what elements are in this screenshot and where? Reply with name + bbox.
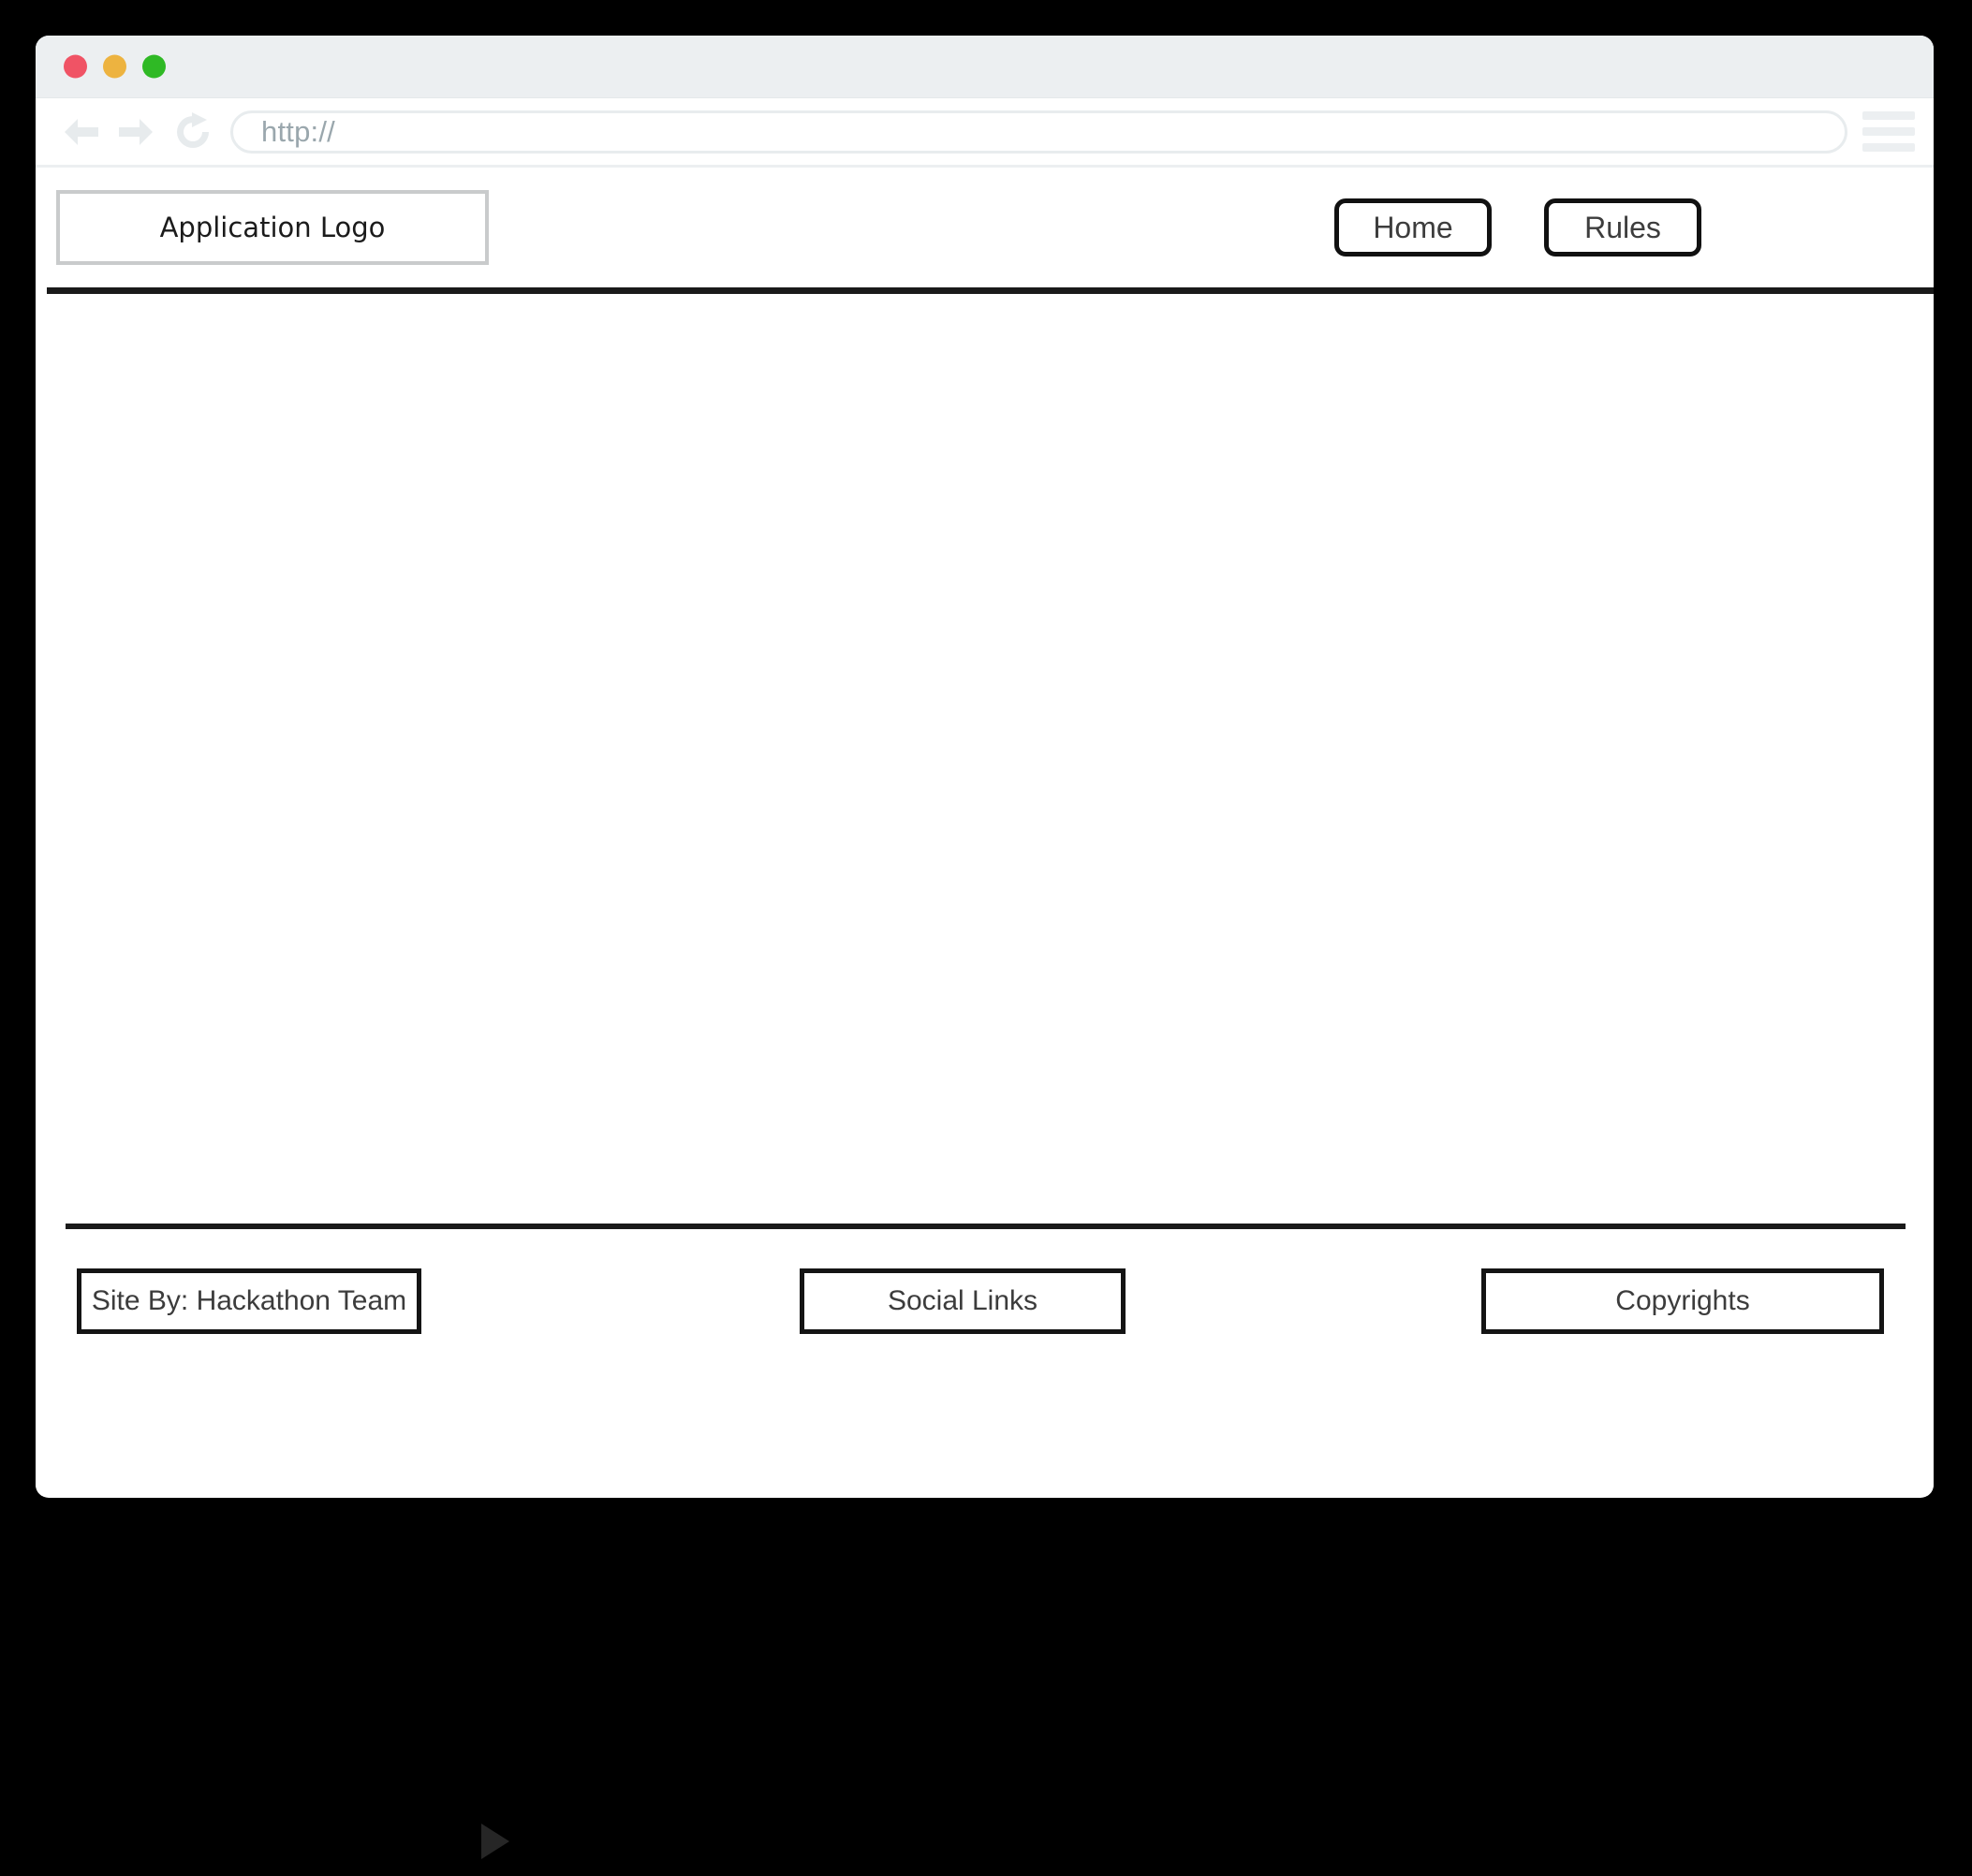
address-bar[interactable]: http://	[230, 110, 1847, 154]
hamburger-line-3	[1862, 143, 1915, 152]
page-body: Application Logo Home Rules Site By: Hac…	[36, 168, 1934, 1496]
footer-box-social-links-label: Social Links	[887, 1285, 1038, 1316]
nav-button-home-label: Home	[1373, 210, 1453, 244]
browser-titlebar	[36, 36, 1934, 98]
browser-nav-icons	[56, 108, 217, 156]
site-nav: Home Rules	[1334, 198, 1701, 256]
header-divider	[47, 287, 1934, 294]
arrow-left-icon[interactable]	[56, 108, 105, 156]
footer-box-social-links[interactable]: Social Links	[800, 1268, 1126, 1334]
hamburger-menu-icon[interactable]	[1862, 111, 1915, 152]
nav-button-rules[interactable]: Rules	[1544, 198, 1701, 256]
browser-toolbar: http://	[36, 98, 1934, 168]
address-bar-text: http://	[261, 114, 335, 148]
minimize-window-button[interactable]	[103, 54, 126, 79]
site-footer: Site By: Hackathon Team Social Links Cop…	[36, 1224, 1934, 1334]
nav-button-home[interactable]: Home	[1334, 198, 1492, 256]
footer-box-site-by-label: Site By: Hackathon Team	[91, 1285, 407, 1316]
main-content-area	[36, 287, 1934, 1224]
footer-divider	[66, 1224, 1906, 1229]
close-window-button[interactable]	[64, 54, 87, 79]
site-header: Application Logo Home Rules	[36, 168, 1934, 287]
traffic-light-group	[64, 54, 166, 79]
application-logo-label: Application Logo	[159, 212, 386, 243]
hamburger-line-2	[1862, 127, 1915, 136]
footer-box-copyrights[interactable]: Copyrights	[1481, 1268, 1884, 1334]
hamburger-line-1	[1862, 111, 1915, 120]
footer-box-site-by[interactable]: Site By: Hackathon Team	[77, 1268, 421, 1334]
reload-icon[interactable]	[169, 108, 217, 156]
application-logo[interactable]: Application Logo	[56, 190, 489, 265]
play-triangle-cursor[interactable]	[481, 1824, 509, 1859]
nav-button-rules-label: Rules	[1584, 210, 1661, 244]
arrow-right-icon[interactable]	[112, 108, 161, 156]
browser-window: http:// Application Logo Home Rules Site…	[36, 36, 1934, 1498]
footer-box-row: Site By: Hackathon Team Social Links Cop…	[36, 1224, 1934, 1334]
footer-box-copyrights-label: Copyrights	[1615, 1285, 1750, 1316]
maximize-window-button[interactable]	[142, 54, 166, 79]
